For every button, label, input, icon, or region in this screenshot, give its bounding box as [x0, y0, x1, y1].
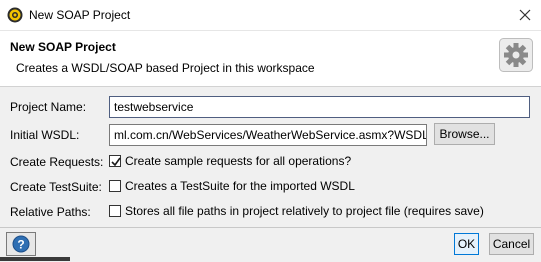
background-strip [0, 257, 70, 261]
help-button[interactable]: ? [6, 232, 36, 256]
soapui-icon [7, 7, 23, 23]
create-testsuite-text: Creates a TestSuite for the imported WSD… [125, 179, 355, 193]
dialog-header: New SOAP Project Creates a WSDL/SOAP bas… [0, 31, 541, 87]
ok-button[interactable]: OK [454, 233, 479, 255]
relative-paths-checkbox[interactable] [109, 205, 121, 217]
create-testsuite-checkbox[interactable] [109, 180, 121, 192]
relative-paths-text: Stores all file paths in project relativ… [125, 204, 484, 218]
initial-wsdl-input[interactable]: ml.com.cn/WebServices/WeatherWebService.… [109, 124, 427, 146]
create-requests-checkbox[interactable] [109, 155, 121, 167]
create-requests-text: Create sample requests for all operation… [125, 154, 352, 168]
initial-wsdl-label: Initial WSDL: [10, 128, 80, 142]
window-title: New SOAP Project [29, 8, 131, 22]
help-icon: ? [12, 235, 30, 253]
dialog-body: Project Name: testwebservice Initial WSD… [0, 87, 541, 227]
project-name-label: Project Name: [10, 100, 87, 114]
header-title: New SOAP Project [10, 40, 116, 54]
dialog-footer: ? OK Cancel [0, 227, 541, 262]
browse-button[interactable]: Browse... [434, 123, 495, 145]
header-description: Creates a WSDL/SOAP based Project in thi… [16, 61, 315, 75]
window-titlebar: New SOAP Project [0, 0, 541, 31]
close-icon[interactable] [516, 6, 534, 24]
create-requests-label: Create Requests: [10, 155, 104, 169]
gear-icon [499, 38, 533, 72]
project-name-input[interactable]: testwebservice [109, 96, 530, 118]
create-testsuite-label: Create TestSuite: [10, 180, 102, 194]
cancel-button[interactable]: Cancel [489, 233, 534, 255]
checkmark-icon [111, 157, 121, 167]
relative-paths-label: Relative Paths: [10, 205, 91, 219]
svg-text:?: ? [17, 238, 24, 252]
